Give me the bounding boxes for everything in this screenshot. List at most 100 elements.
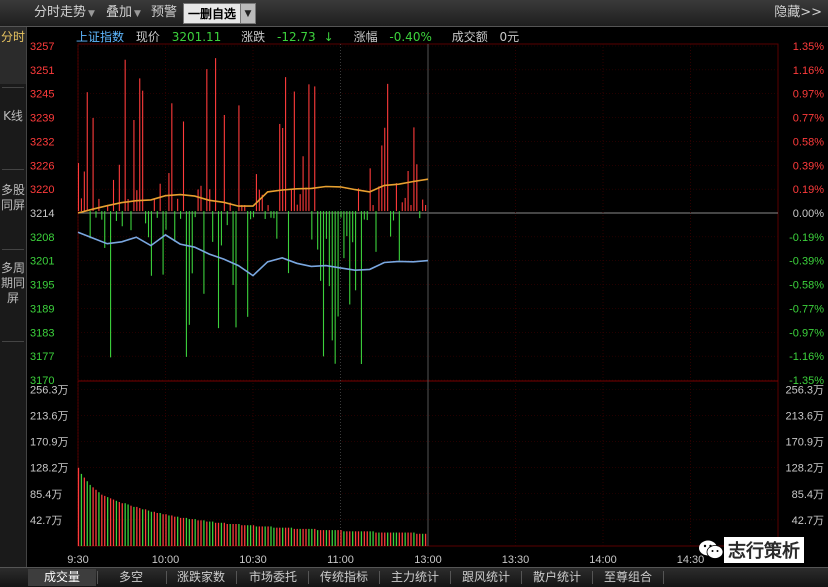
tab-5[interactable]: 主力统计 (381, 569, 449, 586)
y-tick-right: -1.16% (789, 351, 824, 363)
vol-tick-right: 170.9万 (785, 437, 824, 449)
tab-7[interactable]: 散户统计 (523, 569, 591, 586)
y-tick-left: 3208 (30, 232, 54, 244)
y-tick-left: 3245 (30, 89, 54, 101)
y-tick-right: 0.77% (793, 113, 824, 125)
y-tick-left: 3257 (30, 41, 54, 53)
tab-6[interactable]: 跟风统计 (452, 569, 520, 586)
intraday-menu[interactable]: 分时走势 ▼ (34, 4, 95, 23)
indicator-tabbar: 成交量 多空 涨跌家数 市场委托 传统指标 主力统计 跟风统计 散户统计 至尊组合 (0, 567, 828, 587)
overlay-menu[interactable]: 叠加 ▼ (106, 4, 141, 23)
sidebar-item-label: K线 (3, 109, 23, 123)
wechat-icon (699, 540, 724, 559)
x-tick: 13:30 (502, 554, 530, 566)
x-tick: 9:30 (67, 554, 88, 566)
hide-button[interactable]: 隐藏>> (774, 4, 822, 22)
sidebar-divider (2, 341, 24, 342)
x-tick: 14:00 (589, 554, 617, 566)
y-tick-left: 3239 (30, 113, 54, 125)
chevron-down-icon: ▼ (88, 9, 95, 19)
y-tick-right: 0.97% (793, 89, 824, 101)
sidebar-divider (2, 169, 24, 170)
sidebar-item-multi-period[interactable]: 多周期同屏 (0, 261, 26, 306)
price-deviation-bars (77, 58, 427, 364)
tab-8[interactable]: 至尊组合 (594, 569, 662, 586)
vol-tick-right: 256.3万 (785, 384, 824, 396)
vol-tick-right: 85.4万 (792, 489, 824, 501)
tab-label: 传统指标 (319, 570, 368, 584)
y-tick-left: 3220 (30, 184, 54, 196)
sidebar-item-multi-stock[interactable]: 多股同屏 (0, 183, 26, 213)
y-tick-right: 0.19% (793, 184, 824, 196)
left-sidebar: 分时 K线 多股同屏 多周期同屏 (0, 27, 27, 567)
vol-tick-left: 42.7万 (30, 515, 62, 527)
tab-2[interactable]: 涨跌家数 (167, 569, 235, 586)
tab-label: 市场委托 (248, 570, 297, 584)
y-tick-right: -0.97% (789, 327, 824, 339)
tab-3[interactable]: 市场委托 (239, 569, 307, 586)
y-tick-left: 3189 (30, 303, 54, 315)
tab-divider (521, 571, 522, 584)
x-tick: 11:00 (327, 554, 354, 566)
tab-divider (308, 571, 309, 584)
y-tick-left: 3214 (30, 208, 54, 220)
watermark-text: 志行策析 (724, 537, 804, 563)
tab-label: 散户统计 (532, 570, 581, 584)
y-tick-left: 3251 (30, 65, 54, 77)
top-toolbar: 分时走势 ▼ 叠加 ▼ 预警 一删自选 ▼ 隐藏>> (0, 0, 828, 27)
vol-tick-right: 213.6万 (785, 410, 824, 422)
tab-divider (663, 571, 664, 584)
watermark: 志行策析 (698, 536, 804, 564)
tab-label: 跟风统计 (461, 570, 510, 584)
sidebar-item-label: 分时 (0, 30, 25, 44)
x-tick: 13:00 (414, 554, 442, 566)
tab-label: 涨跌家数 (176, 570, 225, 584)
x-tick: 10:30 (239, 554, 267, 566)
y-tick-right: 1.16% (793, 65, 824, 77)
y-tick-right: 0.39% (793, 160, 824, 172)
vol-tick-left: 85.4万 (30, 489, 62, 501)
sidebar-divider (2, 87, 24, 88)
tab-1[interactable]: 多空 (97, 569, 165, 586)
delete-watchlist-label: 一删自选 (188, 7, 237, 21)
y-tick-right: -0.77% (789, 303, 824, 315)
tab-divider (379, 571, 380, 584)
intraday-menu-label: 分时走势 (34, 5, 87, 20)
overlay-menu-label: 叠加 (106, 5, 133, 20)
y-tick-left: 3226 (30, 160, 54, 172)
y-tick-right: 1.35% (793, 41, 824, 53)
sidebar-item-intraday[interactable]: 分时 (0, 27, 26, 84)
vol-tick-right: 128.2万 (785, 463, 824, 475)
vol-tick-left: 256.3万 (30, 384, 69, 396)
y-tick-left: 3195 (30, 280, 54, 292)
chart-grid (77, 43, 779, 547)
y-tick-left: 3232 (30, 136, 54, 148)
axis-ticks: 3257 1.35% 3251 1.16% 3245 0.97% 3239 0.77% 3232… (30, 41, 824, 566)
chevron-down-icon[interactable]: ▼ (240, 4, 256, 23)
tab-label: 成交量 (43, 570, 80, 584)
tab-label: 至尊组合 (603, 570, 652, 584)
tab-0[interactable]: 成交量 (28, 569, 96, 586)
y-tick-right: -0.58% (789, 280, 824, 292)
y-tick-right: -0.39% (789, 256, 824, 268)
y-tick-right: -0.19% (789, 232, 824, 244)
tab-label: 主力统计 (390, 570, 439, 584)
average-line (77, 178, 429, 214)
sidebar-item-label: 多周期同屏 (0, 261, 25, 305)
sidebar-divider (2, 249, 24, 250)
delete-watchlist-button[interactable]: 一删自选 ▼ (183, 3, 257, 24)
y-tick-left: 3201 (30, 256, 54, 268)
y-tick-right: 0.58% (793, 136, 824, 148)
tab-divider (592, 571, 593, 584)
intraday-chart[interactable]: 3257 1.35% 3251 1.16% 3245 0.97% 3239 0.77% 3232… (27, 27, 828, 567)
tab-4[interactable]: 传统指标 (310, 569, 378, 586)
vol-tick-left: 128.2万 (30, 463, 69, 475)
sidebar-item-kline[interactable]: K线 (0, 109, 26, 124)
tab-label: 多空 (118, 570, 143, 584)
x-tick: 10:00 (152, 554, 180, 566)
tab-divider (450, 571, 451, 584)
alert-button[interactable]: 预警 (151, 4, 177, 22)
vol-tick-left: 213.6万 (30, 410, 69, 422)
sidebar-item-label: 多股同屏 (0, 183, 25, 212)
tab-divider (236, 571, 237, 584)
